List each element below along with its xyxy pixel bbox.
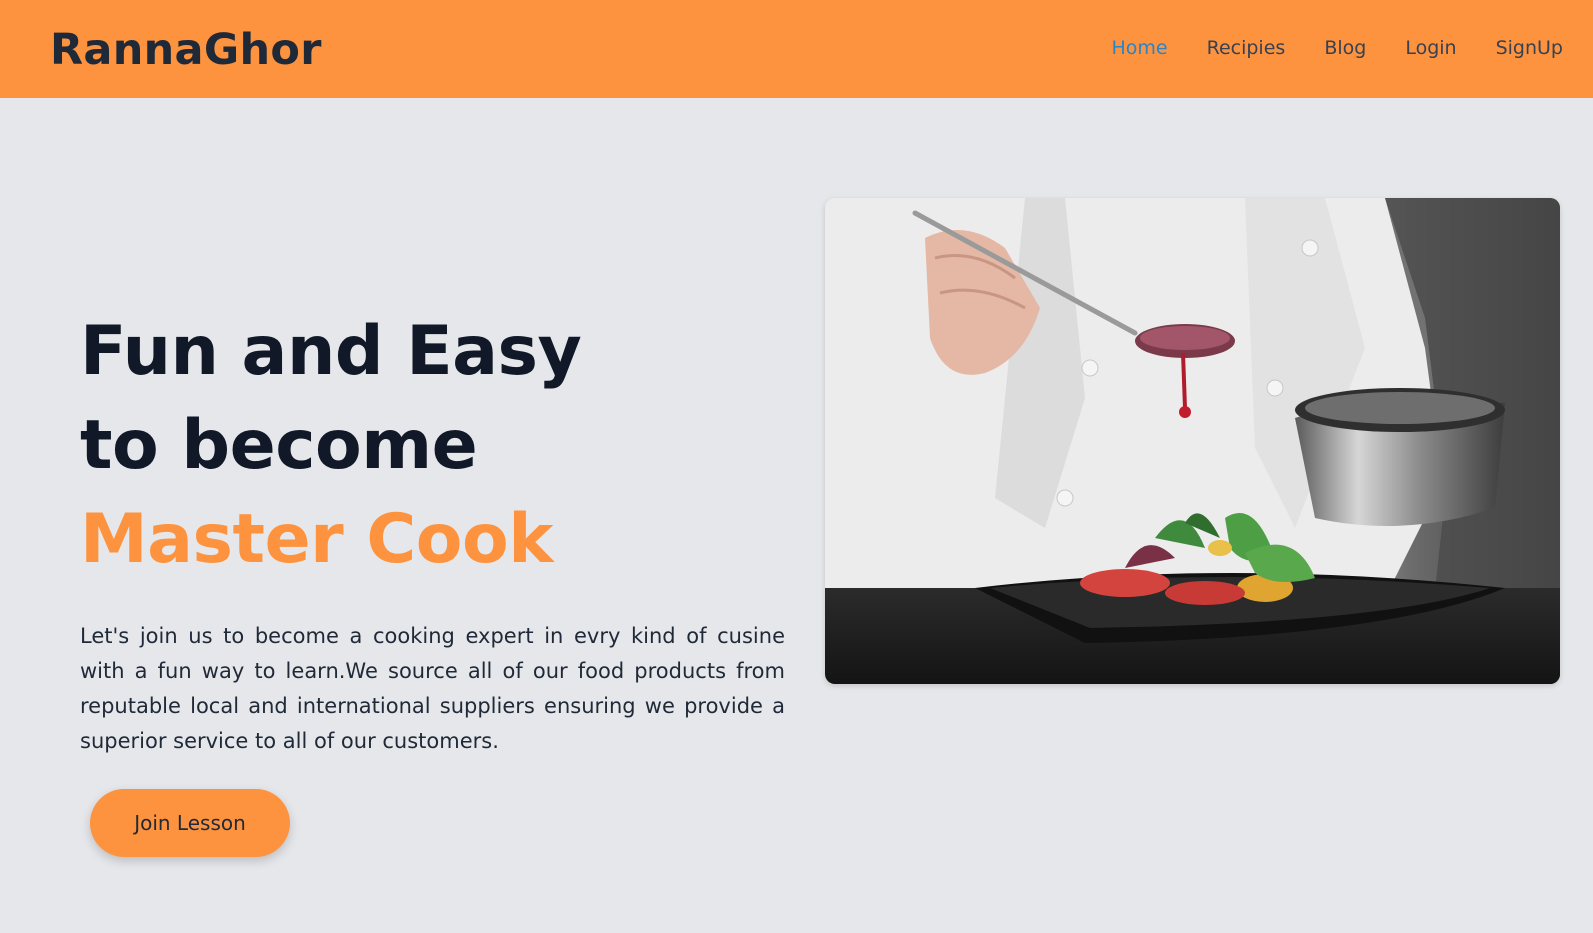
join-lesson-button[interactable]: Join Lesson <box>90 789 290 857</box>
headline-line-2: to become <box>80 406 478 485</box>
hero-description: Let's join us to become a cooking expert… <box>80 624 785 753</box>
nav-links: Home Recipies Blog Login SignUp <box>1073 36 1564 60</box>
nav-link-home[interactable]: Home <box>1112 36 1168 60</box>
nav-link-login[interactable]: Login <box>1405 36 1456 60</box>
chef-plating-image <box>825 198 1560 684</box>
nav-link-recipies[interactable]: Recipies <box>1207 36 1286 60</box>
top-navbar: RannaGhor Home Recipies Blog Login SignU… <box>0 0 1593 98</box>
chef-plating-illustration <box>825 198 1560 684</box>
brand-logo[interactable]: RannaGhor <box>50 24 322 76</box>
hero-headline: Fun and Easy to become Master Cook <box>80 305 785 587</box>
nav-link-signup[interactable]: SignUp <box>1496 36 1563 60</box>
headline-accent: Master Cook <box>80 500 553 579</box>
headline-line-1: Fun and Easy <box>80 312 582 391</box>
hero-text-section: Fun and Easy to become Master Cook Let's… <box>80 305 785 780</box>
nav-link-blog[interactable]: Blog <box>1324 36 1366 60</box>
